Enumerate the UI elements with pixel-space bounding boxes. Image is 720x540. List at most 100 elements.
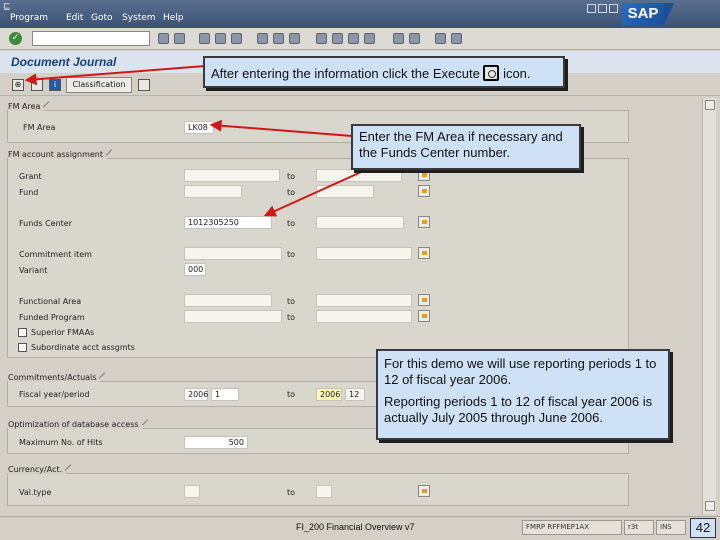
page-number: 42 bbox=[690, 518, 716, 538]
fund-to-input[interactable] bbox=[316, 185, 374, 198]
exit-icon[interactable] bbox=[215, 33, 226, 44]
last-page-icon[interactable] bbox=[364, 33, 375, 44]
callout-periods-text-1: For this demo we will use reporting peri… bbox=[384, 356, 657, 387]
functional-area-label: Functional Area bbox=[19, 297, 82, 306]
help-icon[interactable] bbox=[435, 33, 446, 44]
variant-input[interactable]: 000 bbox=[184, 263, 206, 276]
cancel-icon[interactable] bbox=[231, 33, 242, 44]
value-type-label: Val.type bbox=[19, 488, 52, 497]
fm-area-input[interactable]: LK08 bbox=[184, 121, 214, 134]
save-icon[interactable] bbox=[174, 33, 185, 44]
callout-fm-area-text: Enter the FM Area if necessary and the F… bbox=[359, 129, 563, 160]
commitment-item-multiple-selection-icon[interactable] bbox=[418, 247, 430, 259]
footer-text: FI_200 Financial Overview v7 bbox=[296, 522, 415, 532]
group-title: FM Area bbox=[8, 102, 45, 111]
to-year-input[interactable]: 2006 bbox=[316, 388, 342, 401]
shortcut-icon[interactable] bbox=[409, 33, 420, 44]
from-year-input[interactable]: 2006 bbox=[184, 388, 208, 401]
to-label: to bbox=[287, 188, 296, 197]
standard-toolbar: ✓ bbox=[0, 28, 720, 50]
scroll-up-icon[interactable] bbox=[705, 100, 715, 110]
currency-group: Currency/Act. Val.type to bbox=[7, 465, 629, 506]
previous-page-icon[interactable] bbox=[332, 33, 343, 44]
functional-area-multiple-selection-icon[interactable] bbox=[418, 294, 430, 306]
value-type-multiple-selection-icon[interactable] bbox=[418, 485, 430, 497]
vertical-scrollbar[interactable] bbox=[702, 98, 716, 514]
first-page-icon[interactable] bbox=[316, 33, 327, 44]
callout-periods-text-2: Reporting periods 1 to 12 of fiscal year… bbox=[384, 394, 653, 425]
dynamic-selections-icon[interactable] bbox=[138, 79, 150, 91]
back-icon[interactable] bbox=[199, 33, 210, 44]
subordinate-checkbox[interactable] bbox=[18, 343, 27, 352]
close-icon[interactable] bbox=[609, 4, 618, 13]
system-info: FMRP RFFMEP1AX bbox=[522, 520, 622, 535]
info-icon[interactable]: i bbox=[49, 79, 61, 91]
commitment-item-from-input[interactable] bbox=[184, 247, 282, 260]
account-assignment-group: FM account assignment Grant to Fund to F… bbox=[7, 150, 629, 358]
callout-execute-text-2: icon. bbox=[503, 66, 531, 81]
menu-system[interactable]: System bbox=[122, 13, 156, 23]
system-menu-icon[interactable]: ⊑ bbox=[3, 2, 11, 12]
from-period-input[interactable]: 1 bbox=[211, 388, 239, 401]
max-hits-label: Maximum No. of Hits bbox=[19, 438, 103, 447]
callout-execute: After entering the information click the… bbox=[203, 56, 565, 88]
functional-area-to-input[interactable] bbox=[316, 294, 412, 307]
enter-icon[interactable]: ✓ bbox=[9, 32, 22, 45]
menu-program[interactable]: Program bbox=[10, 13, 48, 23]
funds-center-multiple-selection-icon[interactable] bbox=[418, 216, 430, 228]
to-label: to bbox=[287, 250, 296, 259]
to-label: to bbox=[287, 488, 296, 497]
menu-help[interactable]: Help bbox=[163, 13, 184, 23]
minimize-icon[interactable] bbox=[587, 4, 596, 13]
funded-program-from-input[interactable] bbox=[184, 310, 282, 323]
value-type-from-input[interactable] bbox=[184, 485, 200, 498]
callout-execute-text-1: After entering the information click the… bbox=[211, 66, 480, 81]
commitment-item-to-input[interactable] bbox=[316, 247, 412, 260]
status-bar: FI_200 Financial Overview v7 FMRP RFFMEP… bbox=[0, 516, 720, 540]
max-hits-input[interactable]: 500 bbox=[184, 436, 248, 449]
new-session-icon[interactable] bbox=[393, 33, 404, 44]
funds-center-to-input[interactable] bbox=[316, 216, 404, 229]
get-variant-icon[interactable] bbox=[31, 79, 43, 91]
superior-fmaas-checkbox[interactable] bbox=[18, 328, 27, 337]
group-title: Optimization of database access bbox=[8, 420, 143, 429]
group-title: FM account assignment bbox=[8, 150, 107, 159]
subordinate-label: Subordinate acct assgmts bbox=[31, 343, 135, 352]
grant-from-input[interactable] bbox=[184, 169, 280, 182]
to-period-input[interactable]: 12 bbox=[345, 388, 365, 401]
execute-icon[interactable]: ⊕ bbox=[12, 79, 24, 91]
scroll-down-icon[interactable] bbox=[705, 501, 715, 511]
command-field[interactable] bbox=[32, 31, 150, 46]
fund-from-input[interactable] bbox=[184, 185, 242, 198]
to-label: to bbox=[287, 313, 296, 322]
grant-multiple-selection-icon[interactable] bbox=[418, 169, 430, 181]
menu-goto[interactable]: Goto bbox=[91, 13, 113, 23]
dropdown-icon[interactable] bbox=[158, 33, 169, 44]
funded-program-multiple-selection-icon[interactable] bbox=[418, 310, 430, 322]
funded-program-label: Funded Program bbox=[19, 313, 85, 322]
group-title: Currency/Act. bbox=[8, 465, 67, 474]
print-icon[interactable] bbox=[257, 33, 268, 44]
fm-area-label: FM Area bbox=[23, 123, 56, 132]
commitment-item-label: Commitment item bbox=[19, 250, 92, 259]
fund-multiple-selection-icon[interactable] bbox=[418, 185, 430, 197]
menu-edit[interactable]: Edit bbox=[66, 13, 83, 23]
grant-to-input[interactable] bbox=[316, 169, 402, 182]
maximize-icon[interactable] bbox=[598, 4, 607, 13]
window-controls bbox=[587, 4, 620, 16]
callout-reporting-periods: For this demo we will use reporting peri… bbox=[376, 349, 670, 440]
functional-area-from-input[interactable] bbox=[184, 294, 272, 307]
to-label: to bbox=[287, 172, 296, 181]
funded-program-to-input[interactable] bbox=[316, 310, 412, 323]
menu-bar: ⊑ Program Edit Goto System Help SAP bbox=[0, 0, 720, 28]
server-info: r3t bbox=[624, 520, 654, 535]
to-label: to bbox=[287, 219, 296, 228]
classification-button[interactable]: Classification bbox=[66, 77, 132, 93]
next-page-icon[interactable] bbox=[348, 33, 359, 44]
funds-center-from-input[interactable]: 1012305250 bbox=[184, 216, 272, 229]
find-next-icon[interactable] bbox=[289, 33, 300, 44]
find-icon[interactable] bbox=[273, 33, 284, 44]
layout-icon[interactable] bbox=[451, 33, 462, 44]
value-type-to-input[interactable] bbox=[316, 485, 332, 498]
sap-logo: SAP bbox=[622, 3, 674, 25]
